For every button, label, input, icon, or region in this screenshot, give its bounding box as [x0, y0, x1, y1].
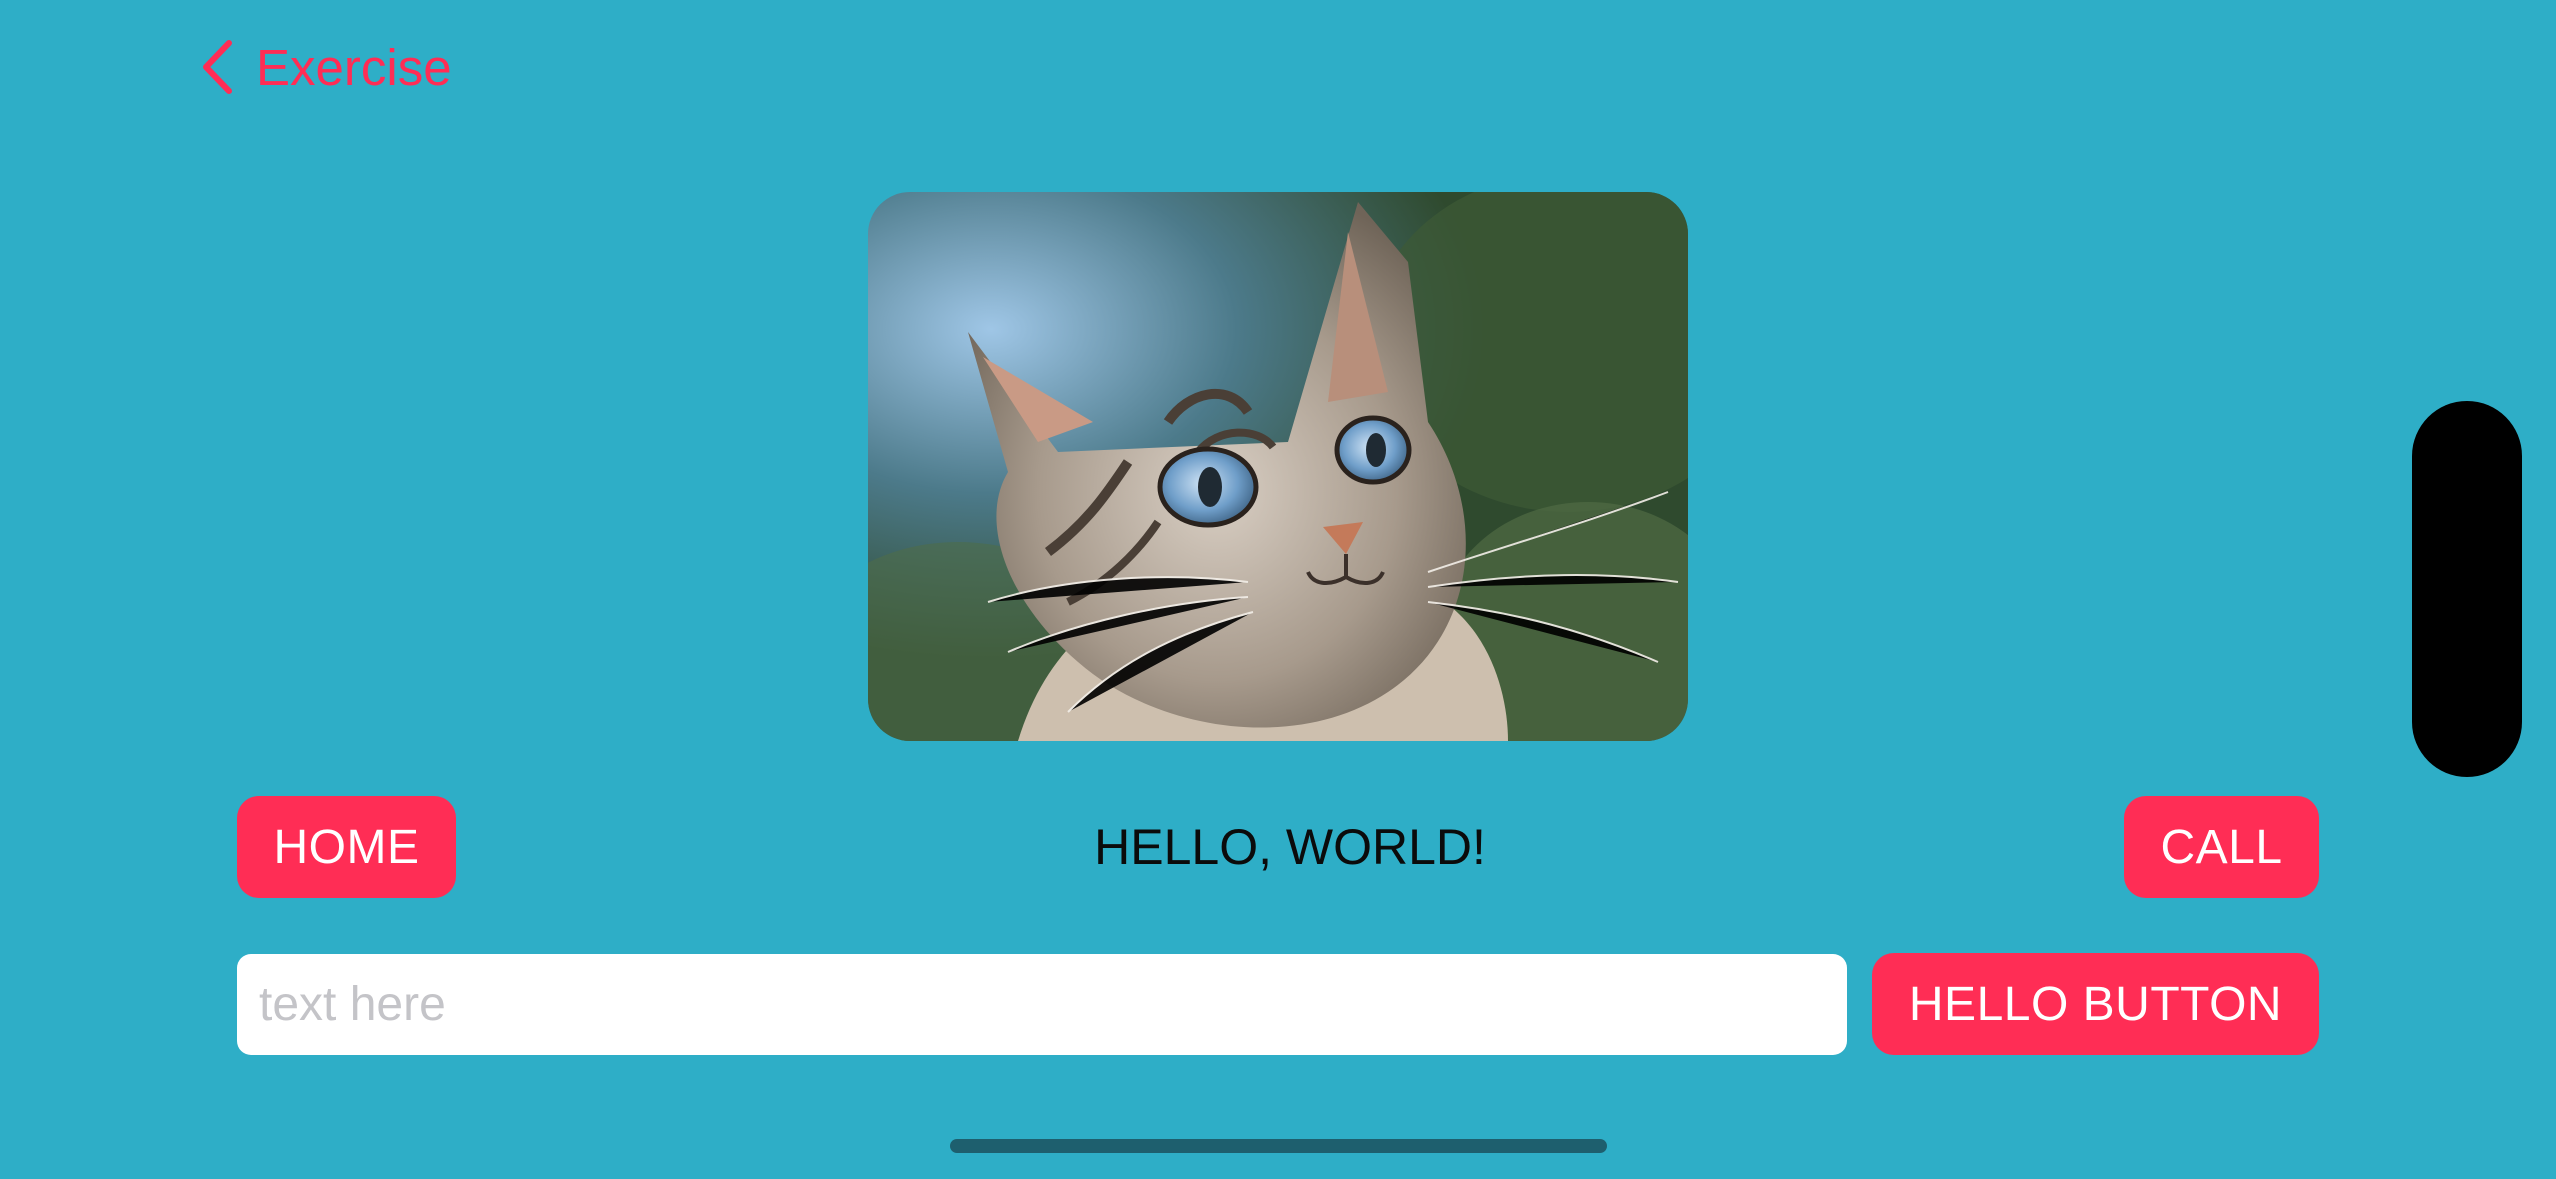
device-side-pill — [2412, 401, 2522, 777]
call-button[interactable]: CALL — [2124, 796, 2319, 898]
greeting-label: HELLO, WORLD! — [1094, 819, 1486, 875]
back-button[interactable]: Exercise — [200, 32, 452, 102]
cat-photo — [868, 192, 1688, 741]
text-input[interactable] — [237, 954, 1847, 1055]
home-indicator[interactable] — [950, 1139, 1607, 1153]
back-button-label: Exercise — [256, 38, 452, 96]
home-button[interactable]: HOME — [237, 796, 456, 898]
hello-button[interactable]: HELLO BUTTON — [1872, 953, 2319, 1055]
chevron-left-icon — [200, 39, 234, 95]
